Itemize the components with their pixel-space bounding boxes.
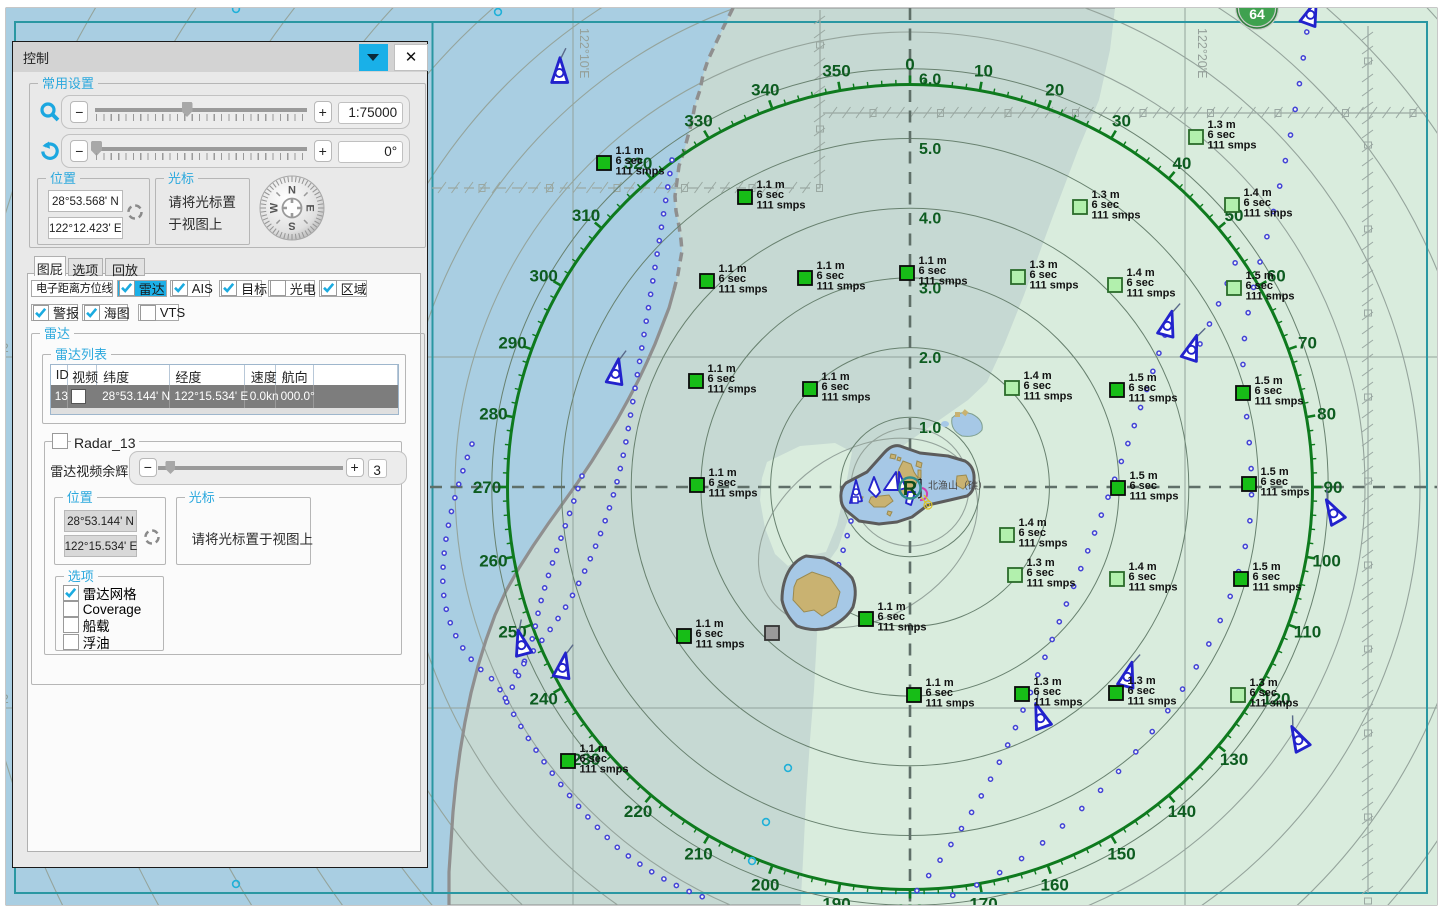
svg-text:4.0: 4.0 xyxy=(919,211,941,228)
svg-text:110: 110 xyxy=(1294,623,1321,642)
svg-text:R: R xyxy=(903,478,918,500)
svg-text:300: 300 xyxy=(530,267,558,286)
svg-text:6.0: 6.0 xyxy=(919,71,941,88)
svg-text:10: 10 xyxy=(974,61,993,80)
svg-text:64: 64 xyxy=(1249,6,1265,22)
svg-text:140: 140 xyxy=(1168,802,1196,821)
svg-text:122°20'E: 122°20'E xyxy=(1195,28,1209,78)
svg-text:180: 180 xyxy=(896,901,924,916)
svg-text:310: 310 xyxy=(572,206,600,225)
svg-text:S: S xyxy=(288,220,295,232)
svg-text:150: 150 xyxy=(1107,844,1135,863)
svg-text:W: W xyxy=(269,202,281,213)
svg-text:170: 170 xyxy=(969,895,997,914)
svg-text:260: 260 xyxy=(479,552,507,571)
svg-text:2.0: 2.0 xyxy=(919,350,941,367)
svg-text:70: 70 xyxy=(1298,333,1317,352)
svg-text:40: 40 xyxy=(1172,154,1191,173)
svg-text:5.0: 5.0 xyxy=(919,141,941,158)
svg-text:330: 330 xyxy=(684,112,712,131)
svg-text:20: 20 xyxy=(1045,81,1064,100)
svg-text:350: 350 xyxy=(822,61,850,80)
svg-text:E: E xyxy=(304,204,316,211)
svg-text:30: 30 xyxy=(1112,112,1131,131)
svg-text:240: 240 xyxy=(530,690,558,709)
svg-text:190: 190 xyxy=(822,895,850,914)
svg-text:80: 80 xyxy=(1317,405,1336,424)
svg-text:340: 340 xyxy=(751,81,779,100)
svg-text:280: 280 xyxy=(479,405,507,424)
svg-text:200: 200 xyxy=(751,876,779,895)
svg-text:122°10'E: 122°10'E xyxy=(577,28,591,78)
svg-text:270: 270 xyxy=(473,478,501,497)
svg-text:290: 290 xyxy=(498,333,526,352)
svg-text:130: 130 xyxy=(1220,750,1248,769)
svg-text:北渔山（礁）: 北渔山（礁） xyxy=(928,479,988,492)
svg-text:0: 0 xyxy=(905,55,914,74)
svg-text:220: 220 xyxy=(624,802,652,821)
svg-text:210: 210 xyxy=(684,844,712,863)
svg-text:100: 100 xyxy=(1312,552,1340,571)
svg-text:N: N xyxy=(288,185,296,197)
svg-text:160: 160 xyxy=(1041,876,1069,895)
svg-text:1.0: 1.0 xyxy=(919,420,941,437)
